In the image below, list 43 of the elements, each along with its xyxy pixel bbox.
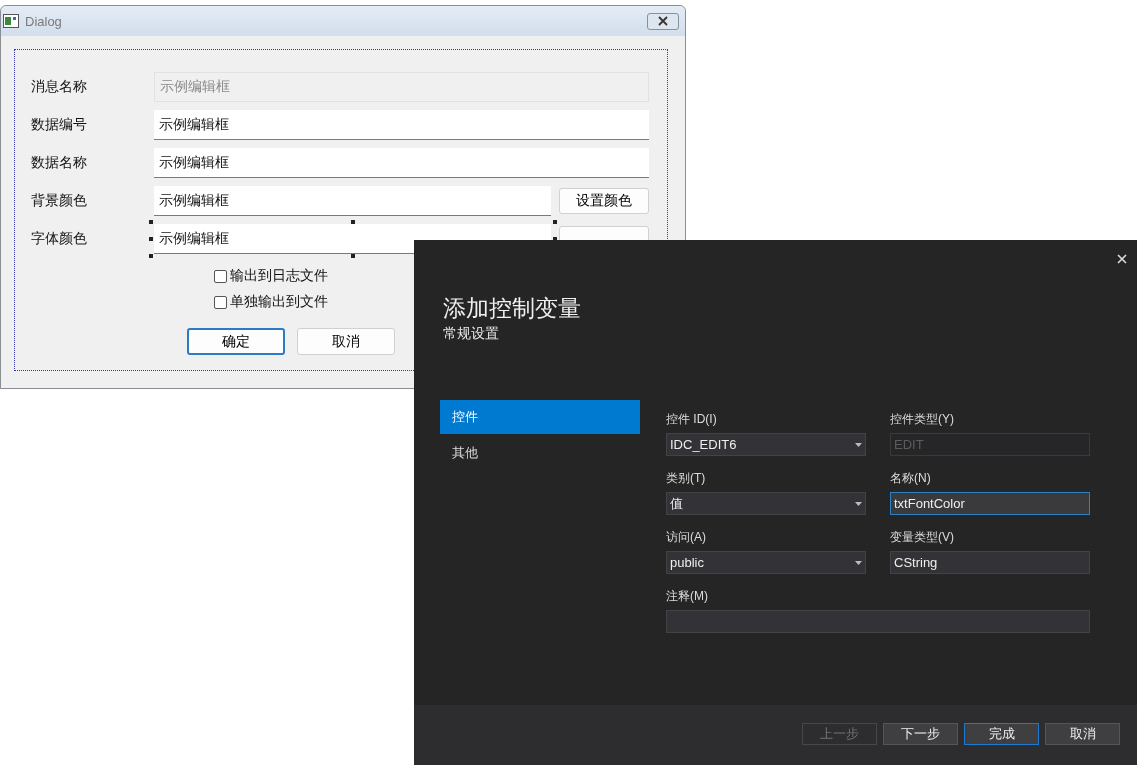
nav-item[interactable]: 控件 (440, 400, 640, 434)
dropdown[interactable]: IDC_EDIT6 (666, 433, 866, 456)
nav-item[interactable]: 其他 (440, 436, 640, 470)
field-label: 控件 ID(I) (666, 411, 718, 428)
field-label: 字体颜色 (31, 230, 88, 248)
wizard-button[interactable]: 完成 (964, 723, 1039, 745)
edit-field[interactable]: 示例编辑框 (154, 186, 551, 216)
wizard-title: 添加控制变量 (443, 294, 582, 323)
field-label: 控件类型(Y) (890, 411, 955, 428)
field-label: 变量类型(V) (890, 529, 955, 546)
checkbox-label: 单独输出到文件 (230, 293, 328, 311)
wizard-button[interactable]: 下一步 (883, 723, 958, 745)
caret-icon (855, 560, 862, 565)
close-button[interactable] (647, 12, 679, 30)
caret-icon (855, 442, 862, 447)
field-label: 名称(N) (890, 470, 932, 487)
field-label: 背景颜色 (31, 192, 88, 210)
caret-icon (855, 501, 862, 506)
field-label: 消息名称 (31, 78, 88, 96)
wizard-subtitle: 常规设置 (443, 325, 500, 343)
checkbox-label: 输出到日志文件 (230, 267, 328, 285)
set-color-button[interactable]: 设置颜色 (559, 188, 649, 214)
text-field[interactable]: txtFontColor (890, 492, 1090, 515)
checkbox[interactable] (214, 269, 227, 283)
dropdown[interactable]: public (666, 551, 866, 574)
dialog-button[interactable]: 确定 (187, 328, 285, 355)
field-label: 数据编号 (31, 116, 88, 134)
wizard-button[interactable]: 取消 (1045, 723, 1120, 745)
dropdown[interactable]: 值 (666, 492, 866, 515)
text-field[interactable]: CString (890, 551, 1090, 574)
comment-field[interactable] (666, 610, 1090, 633)
field-label: 注释(M) (666, 588, 709, 605)
dialog-button[interactable]: 取消 (297, 328, 395, 355)
field-label: 数据名称 (31, 154, 88, 172)
window-title: Dialog (25, 13, 63, 29)
edit-field[interactable]: 示例编辑框 (154, 148, 649, 178)
close-icon (657, 16, 669, 26)
field-label: 类别(T) (666, 470, 707, 487)
edit-field[interactable]: 示例编辑框 (154, 110, 649, 140)
field-label: 访问(A) (666, 529, 707, 546)
checkbox[interactable] (214, 295, 227, 309)
dialog-icon (3, 14, 19, 28)
close-icon[interactable] (1117, 254, 1127, 264)
